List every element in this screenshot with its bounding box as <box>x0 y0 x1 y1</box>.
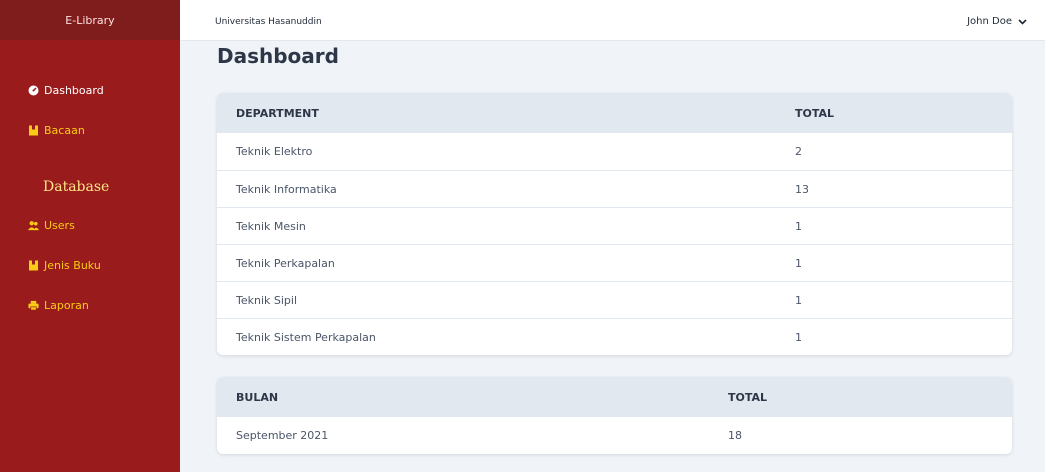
sidebar-item-label: Dashboard <box>44 84 104 97</box>
table-row: Teknik Informatika 13 <box>217 170 1012 207</box>
department-name: Teknik Sistem Perkapalan <box>236 330 376 344</box>
organization-name: Universitas Hasanuddin <box>215 17 322 27</box>
brand-logo[interactable]: E-Library <box>0 0 180 40</box>
sidebar-item-bacaan[interactable]: Bacaan <box>28 124 85 137</box>
sidebar-item-users[interactable]: Users <box>28 219 75 232</box>
table-row: Teknik Elektro 2 <box>217 133 1012 170</box>
column-header-total: TOTAL <box>728 390 768 404</box>
table-row: Teknik Mesin 1 <box>217 207 1012 244</box>
print-icon <box>28 300 39 311</box>
table-row: Teknik Sistem Perkapalan 1 <box>217 318 1012 355</box>
department-total: 13 <box>795 182 809 196</box>
department-table: DEPARTMENT TOTAL Teknik Elektro 2 Teknik… <box>217 93 1012 355</box>
department-total: 1 <box>795 293 802 307</box>
table-row: Teknik Perkapalan 1 <box>217 244 1012 281</box>
department-total: 1 <box>795 330 802 344</box>
table-row: Teknik Sipil 1 <box>217 281 1012 318</box>
book-icon <box>28 125 39 136</box>
department-total: 2 <box>795 145 802 158</box>
sidebar: E-Library Dashboard Bacaan Database User… <box>0 0 180 472</box>
table-row: September 2021 18 <box>217 417 1012 454</box>
user-name: John Doe <box>967 16 1012 27</box>
sidebar-item-label: Jenis Buku <box>44 259 101 272</box>
month-table: BULAN TOTAL September 2021 18 <box>217 377 1012 454</box>
month-total: 18 <box>728 429 742 442</box>
department-name: Teknik Sipil <box>236 293 298 307</box>
column-header-total: TOTAL <box>795 106 835 120</box>
topbar: Universitas Hasanuddin John Doe <box>180 0 1045 41</box>
sidebar-item-label: Laporan <box>44 299 89 312</box>
department-name: Teknik Elektro <box>236 145 313 158</box>
department-name: Teknik Perkapalan <box>236 256 335 270</box>
department-total: 1 <box>795 256 802 270</box>
users-icon <box>28 220 39 231</box>
month-name: September 2021 <box>236 429 329 442</box>
table-header: DEPARTMENT TOTAL <box>217 93 1012 133</box>
column-header-bulan: BULAN <box>236 390 279 404</box>
sidebar-item-label: Bacaan <box>44 124 85 137</box>
department-total: 1 <box>795 219 802 233</box>
sidebar-item-laporan[interactable]: Laporan <box>28 299 89 312</box>
sidebar-item-dashboard[interactable]: Dashboard <box>28 84 104 97</box>
table-header: BULAN TOTAL <box>217 377 1012 417</box>
column-header-department: DEPARTMENT <box>236 106 319 120</box>
sidebar-item-jenis-buku[interactable]: Jenis Buku <box>28 259 101 272</box>
sidebar-section-heading: Database <box>43 179 110 195</box>
sidebar-item-label: Users <box>44 219 75 232</box>
department-name: Teknik Informatika <box>236 182 337 196</box>
dashboard-gauge-icon <box>28 85 39 96</box>
chevron-down-icon <box>1018 18 1027 25</box>
user-menu-button[interactable]: John Doe <box>967 16 1027 27</box>
department-name: Teknik Mesin <box>236 219 306 233</box>
page-title: Dashboard <box>217 44 339 68</box>
book-icon <box>28 260 39 271</box>
